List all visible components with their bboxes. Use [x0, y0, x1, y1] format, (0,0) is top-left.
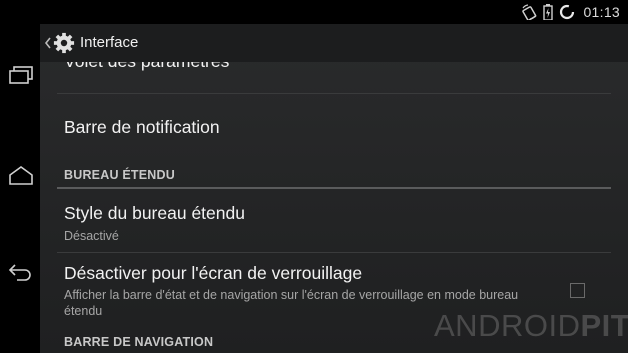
list-item-notification-bar[interactable]: Barre de notification [64, 117, 612, 138]
watermark-part2: PIT [580, 308, 628, 343]
desktop-style-summary: Désactivé [64, 229, 119, 243]
home-icon[interactable] [7, 164, 35, 188]
action-bar: Interface [40, 24, 628, 62]
settings-content: Volet des paramètres Barre de notificati… [40, 24, 628, 353]
action-bar-title: Interface [80, 34, 139, 51]
list-item-desktop-style[interactable]: Style du bureau étendu Désactivé [64, 203, 612, 244]
androidpit-watermark: ANDROIDPIT [434, 308, 628, 344]
back-icon[interactable] [7, 260, 35, 284]
status-bar: 01:13 [0, 0, 628, 24]
up-caret-icon[interactable] [44, 36, 52, 50]
screen-rotation-icon [522, 4, 537, 20]
lockscreen-title: Désactiver pour l'écran de verrouillage [64, 263, 363, 283]
watermark-part1: ANDROID [434, 308, 581, 343]
section-divider [57, 187, 611, 189]
navigation-bar [0, 24, 40, 353]
recent-apps-icon[interactable] [7, 64, 35, 88]
battery-icon [543, 4, 554, 20]
gear-icon[interactable] [53, 32, 75, 54]
section-header-extended-desktop: BUREAU ÉTENDU [64, 168, 175, 182]
loading-ring-icon [560, 4, 575, 20]
lockscreen-checkbox[interactable] [570, 283, 585, 298]
status-icons: 01:13 [521, 0, 620, 24]
divider [57, 93, 611, 94]
status-time: 01:13 [583, 4, 620, 20]
desktop-style-title: Style du bureau étendu [64, 203, 245, 223]
divider [57, 252, 611, 253]
